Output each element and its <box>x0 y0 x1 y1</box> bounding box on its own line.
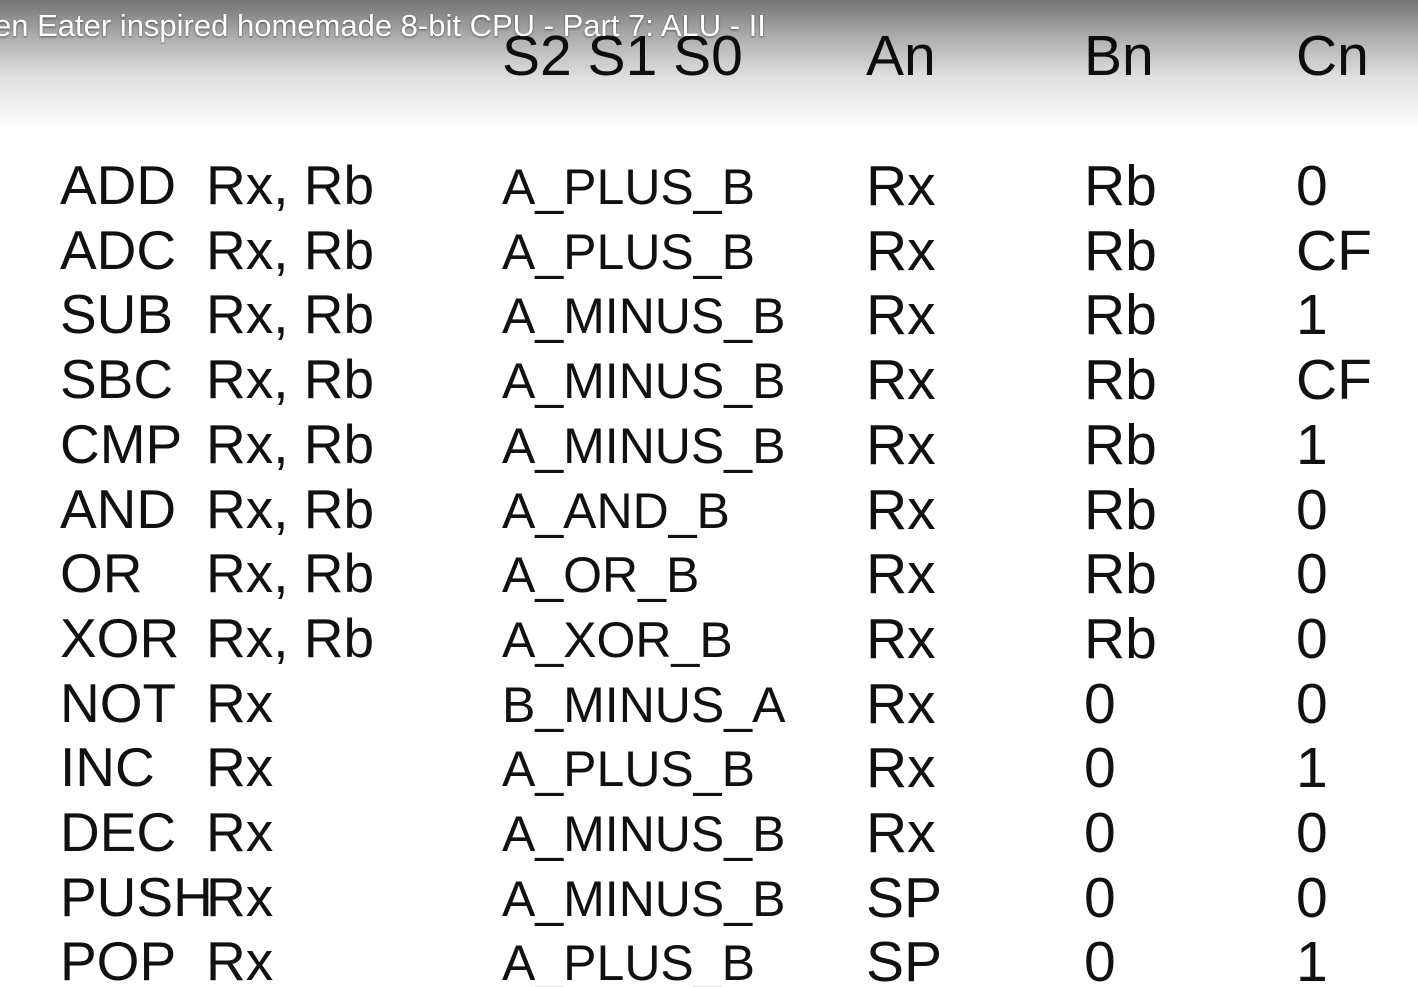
row-cn: CF <box>1296 219 1372 283</box>
row-cn: 1 <box>1296 413 1328 477</box>
row-cn: 0 <box>1296 866 1328 930</box>
row-an: Rx <box>866 607 936 671</box>
row-bn: Rb <box>1084 154 1157 218</box>
row-operands: Rx, Rb <box>206 607 375 669</box>
row-cn: CF <box>1296 348 1372 412</box>
row-bn: Rb <box>1084 542 1157 606</box>
row-mnemonic: XOR <box>60 607 180 669</box>
row-mnemonic: POP <box>60 930 177 987</box>
row-operands: Rx, Rb <box>206 348 375 410</box>
row-operands: Rx <box>206 866 274 928</box>
row-operands: Rx, Rb <box>206 154 375 216</box>
row-operands: Rx, Rb <box>206 219 375 281</box>
row-alu-function: A_OR_B <box>502 547 700 603</box>
row-bn: 0 <box>1084 736 1116 800</box>
row-an: Rx <box>866 348 936 412</box>
row-mnemonic: CMP <box>60 413 183 475</box>
row-cn: 0 <box>1296 801 1328 865</box>
row-bn: Rb <box>1084 413 1157 477</box>
row-mnemonic: DEC <box>60 801 177 863</box>
row-bn: 0 <box>1084 866 1116 930</box>
row-mnemonic: OR <box>60 542 143 604</box>
row-mnemonic: ADC <box>60 219 177 281</box>
row-operands: Rx, Rb <box>206 478 375 540</box>
row-alu-function: A_PLUS_B <box>502 159 755 215</box>
row-alu-function: A_MINUS_B <box>502 806 786 862</box>
video-frame[interactable]: S2 S1 S0 An Bn Cn ADD Rx, Rb A_PLUS_B Rx Rb 0… <box>0 0 1418 987</box>
row-operands: Rx <box>206 801 274 863</box>
row-bn: Rb <box>1084 478 1157 542</box>
row-mnemonic: INC <box>60 736 155 798</box>
row-alu-function: A_XOR_B <box>502 612 733 668</box>
row-an: Rx <box>866 219 936 283</box>
row-mnemonic: ADD <box>60 154 177 216</box>
row-bn: 0 <box>1084 672 1116 736</box>
row-cn: 1 <box>1296 736 1328 800</box>
row-operands: Rx <box>206 736 274 798</box>
row-an: Rx <box>866 801 936 865</box>
row-alu-function: A_PLUS_B <box>502 935 755 987</box>
row-operands: Rx, Rb <box>206 413 375 475</box>
row-bn: 0 <box>1084 930 1116 987</box>
row-an: Rx <box>866 413 936 477</box>
row-cn: 0 <box>1296 154 1328 218</box>
video-title[interactable]: en Eater inspired homemade 8-bit CPU - P… <box>0 8 766 44</box>
row-an: Rx <box>866 478 936 542</box>
row-alu-function: A_MINUS_B <box>502 418 786 474</box>
row-mnemonic: SBC <box>60 348 174 410</box>
row-an: Rx <box>866 154 936 218</box>
row-operands: Rx, Rb <box>206 542 375 604</box>
row-alu-function: B_MINUS_A <box>502 677 786 733</box>
row-an: Rx <box>866 672 936 736</box>
row-alu-function: A_PLUS_B <box>502 741 755 797</box>
row-bn: Rb <box>1084 607 1157 671</box>
row-operands: Rx, Rb <box>206 283 375 345</box>
row-cn: 1 <box>1296 930 1328 987</box>
row-an: SP <box>866 930 943 987</box>
header-bn: Bn <box>1084 24 1154 88</box>
row-bn: Rb <box>1084 348 1157 412</box>
row-mnemonic: AND <box>60 478 177 540</box>
row-an: Rx <box>866 542 936 606</box>
row-alu-function: A_MINUS_B <box>502 353 786 409</box>
row-cn: 0 <box>1296 607 1328 671</box>
row-an: SP <box>866 866 943 930</box>
header-an: An <box>866 24 936 88</box>
row-mnemonic: SUB <box>60 283 174 345</box>
row-cn: 0 <box>1296 478 1328 542</box>
row-mnemonic: PUSH <box>60 866 213 928</box>
row-operands: Rx <box>206 672 274 734</box>
row-cn: 0 <box>1296 672 1328 736</box>
row-alu-function: A_PLUS_B <box>502 224 755 280</box>
row-alu-function: A_MINUS_B <box>502 871 786 927</box>
row-an: Rx <box>866 736 936 800</box>
row-cn: 0 <box>1296 542 1328 606</box>
row-operands: Rx <box>206 930 274 987</box>
header-cn: Cn <box>1296 24 1369 88</box>
row-alu-function: A_AND_B <box>502 483 730 539</box>
row-bn: Rb <box>1084 219 1157 283</box>
row-bn: Rb <box>1084 283 1157 347</box>
row-bn: 0 <box>1084 801 1116 865</box>
row-an: Rx <box>866 283 936 347</box>
row-mnemonic: NOT <box>60 672 177 734</box>
row-cn: 1 <box>1296 283 1328 347</box>
row-alu-function: A_MINUS_B <box>502 288 786 344</box>
